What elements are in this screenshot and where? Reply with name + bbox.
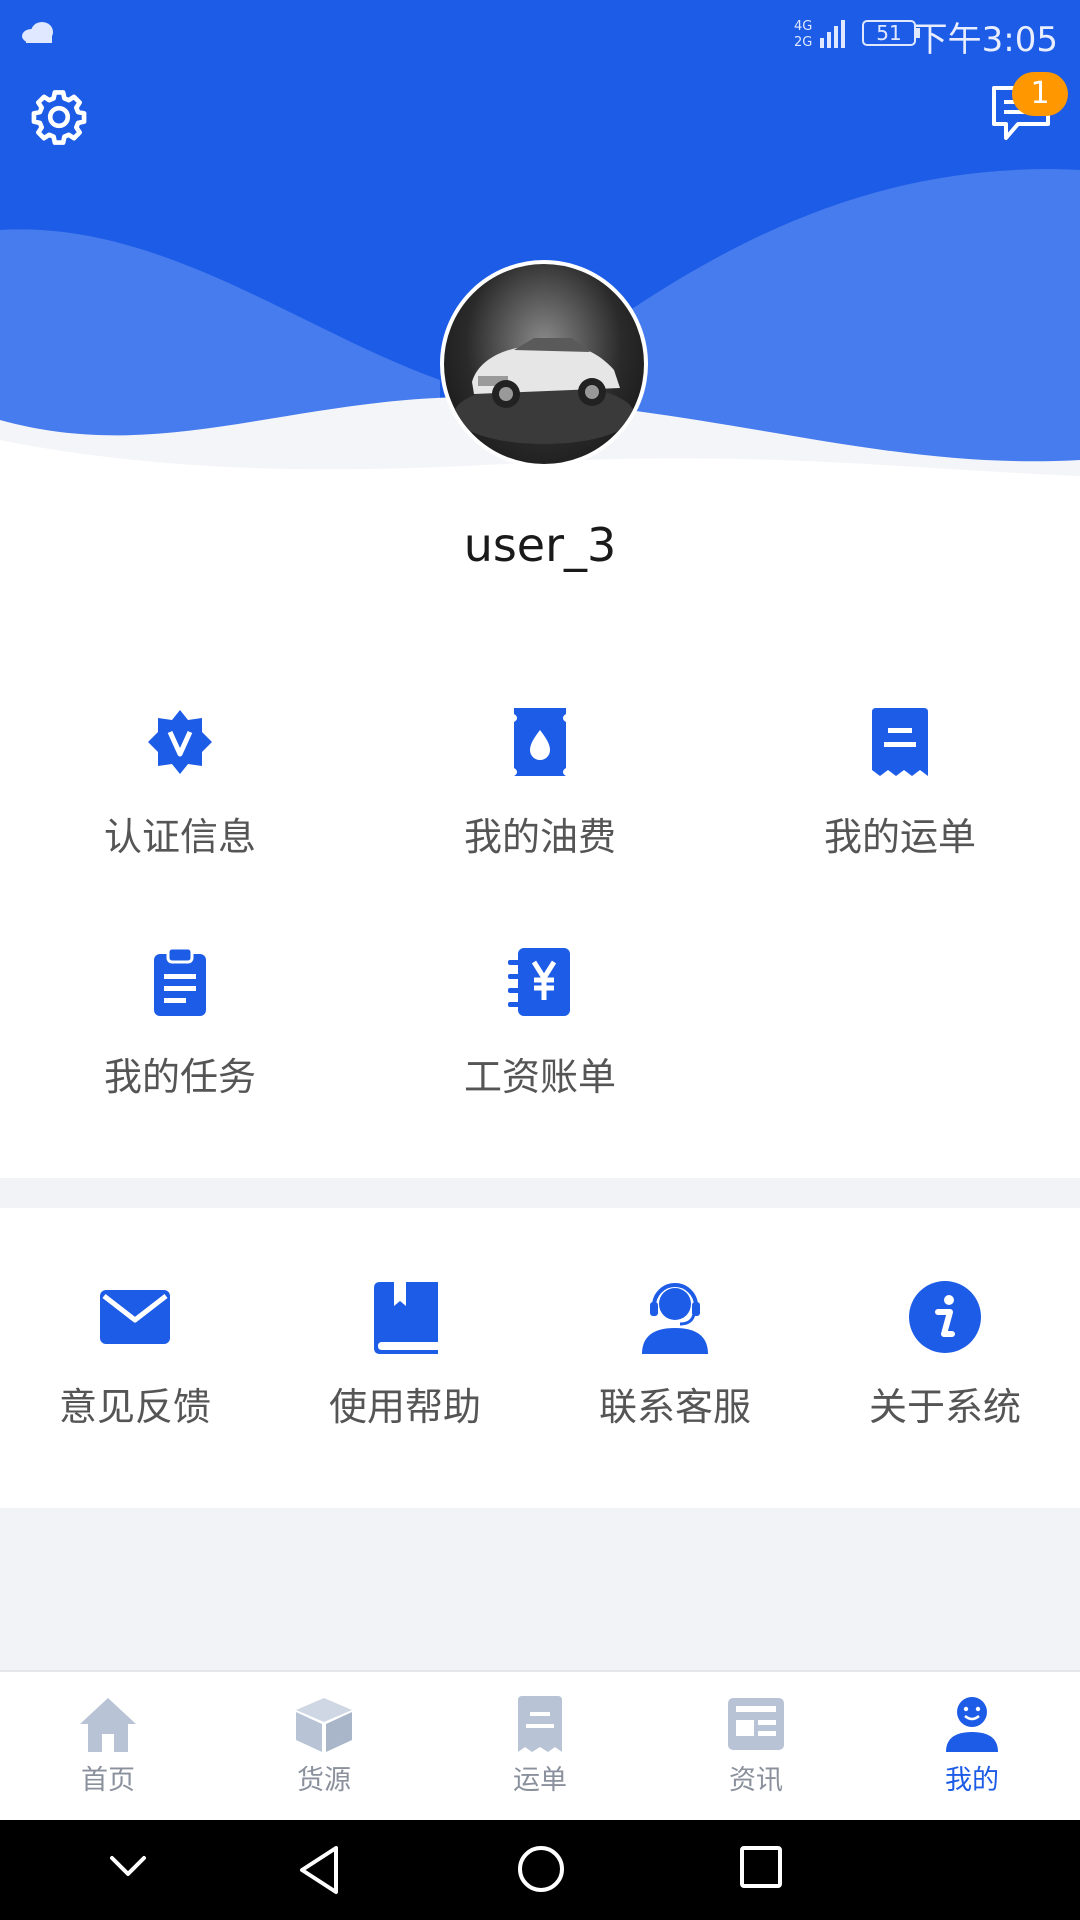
nav-item-cargo[interactable]: 货源 [216, 1672, 432, 1822]
nav-item-label: 我的 [945, 1765, 999, 1796]
support-item-label: 联系客服 [598, 1385, 751, 1429]
book-icon [374, 1282, 438, 1354]
verified-badge-icon [148, 710, 212, 774]
fuel-drop-icon [514, 708, 566, 776]
bottom-nav: 首页 货源 运单 资讯 我的 [0, 1670, 1080, 1822]
service-item-label: 我的运单 [823, 815, 976, 859]
status-bar: 4G 2G 51 下午3:05 [0, 0, 1080, 68]
support-item-help[interactable]: 使用帮助 [270, 1208, 540, 1429]
service-item-label: 我的任务 [103, 1055, 256, 1099]
signal-icon: 4G 2G [794, 19, 845, 50]
service-item-fuel[interactable]: 我的油费 [360, 706, 720, 886]
support-item-label: 使用帮助 [328, 1385, 481, 1429]
svg-text:4G: 4G [794, 19, 812, 34]
info-icon [909, 1281, 981, 1353]
support-item-label: 意见反馈 [58, 1385, 211, 1429]
service-item-tasks[interactable]: 我的任务 [0, 946, 360, 1126]
support-card: 意见反馈 使用帮助 联系客服 关于系统 [0, 1208, 1080, 1508]
nav-item-label: 首页 [81, 1765, 135, 1796]
battery-level: 51 [876, 21, 902, 45]
system-nav-bar [0, 1820, 1080, 1920]
clipboard-icon [154, 946, 206, 1016]
nav-item-mine[interactable]: 我的 [864, 1672, 1080, 1822]
receipt-icon [518, 1696, 562, 1752]
car-photo [454, 338, 634, 444]
profile-header: 4G 2G 51 下午3:05 1 [0, 0, 1080, 482]
nav-item-news[interactable]: 资讯 [648, 1672, 864, 1822]
gear-icon[interactable] [28, 86, 90, 148]
service-item-salary[interactable]: 工资账单 [360, 946, 720, 1126]
back-triangle-icon[interactable] [296, 1844, 344, 1896]
box-icon [296, 1698, 352, 1752]
message-badge: 1 [1012, 72, 1068, 116]
profile-card: user_3 认证信息 我的油费 我的运单 我的任务 工资账单 [0, 482, 1080, 1178]
support-item-about[interactable]: 关于系统 [810, 1208, 1080, 1429]
recent-apps-square-icon[interactable] [738, 1844, 784, 1890]
svg-text:2G: 2G [794, 35, 812, 50]
avatar[interactable] [440, 260, 648, 468]
service-item-label: 工资账单 [463, 1055, 616, 1099]
support-item-customer-service[interactable]: 联系客服 [540, 1208, 810, 1429]
cloud-icon [22, 22, 53, 43]
battery-icon: 51 [862, 20, 916, 46]
nav-item-waybill[interactable]: 运单 [432, 1672, 648, 1822]
home-icon [80, 1698, 136, 1752]
user-icon [946, 1697, 998, 1752]
nav-item-label: 货源 [297, 1765, 351, 1796]
service-item-waybill[interactable]: 我的运单 [720, 706, 1080, 886]
status-time: 下午3:05 [913, 20, 1058, 60]
headset-agent-icon [642, 1283, 708, 1354]
profile-screen: 4G 2G 51 下午3:05 1 user_3 认证信息 我的油费 我的运单 … [0, 0, 1080, 1920]
home-circle-icon[interactable] [516, 1844, 566, 1894]
nav-item-label: 运单 [513, 1765, 567, 1796]
nav-item-label: 资讯 [729, 1765, 783, 1796]
service-item-label: 认证信息 [103, 815, 256, 859]
support-item-label: 关于系统 [868, 1385, 1021, 1429]
service-item-certification[interactable]: 认证信息 [0, 706, 360, 886]
nav-item-home[interactable]: 首页 [0, 1672, 216, 1822]
username: user_3 [463, 518, 617, 572]
chevron-down-icon[interactable] [106, 1844, 150, 1888]
service-item-label: 我的油费 [463, 815, 616, 859]
yuan-notebook-icon [508, 948, 570, 1016]
news-icon [728, 1698, 784, 1750]
envelope-icon [100, 1290, 170, 1344]
support-item-feedback[interactable]: 意见反馈 [0, 1208, 270, 1429]
receipt-icon [872, 708, 928, 776]
